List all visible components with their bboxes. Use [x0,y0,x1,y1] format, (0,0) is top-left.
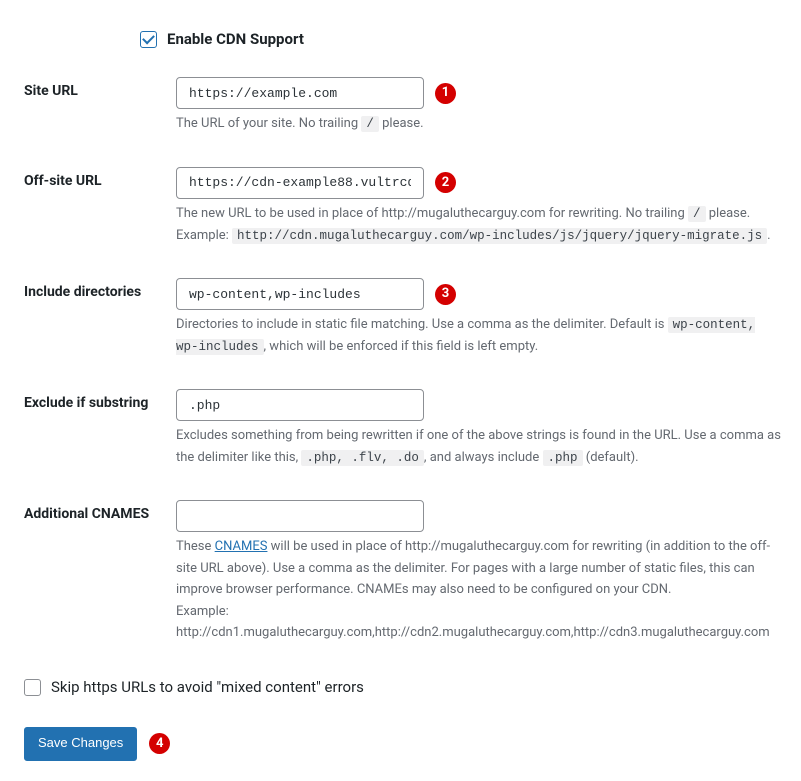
exclude-substring-label: Exclude if substring [24,389,176,412]
cnames-link[interactable]: CNAMES [215,539,268,554]
cnames-description: These CNAMES will be used in place of ht… [176,536,781,643]
exclude-substring-input[interactable] [176,389,424,421]
skip-https-checkbox[interactable] [24,679,41,696]
offsite-url-label: Off-site URL [24,167,176,190]
annotation-badge-4: 4 [149,733,170,754]
skip-https-label[interactable]: Skip https URLs to avoid "mixed content"… [51,676,364,699]
include-dirs-label: Include directories [24,278,176,301]
site-url-description: The URL of your site. No trailing / plea… [176,113,781,135]
annotation-badge-2: 2 [435,172,456,193]
save-changes-button[interactable]: Save Changes [24,727,137,761]
site-url-input[interactable] [176,77,424,109]
cnames-label: Additional CNAMES [24,500,176,523]
cnames-input[interactable] [176,500,424,532]
enable-cdn-label[interactable]: Enable CDN Support [167,28,304,51]
include-dirs-description: Directories to include in static file ma… [176,314,781,357]
enable-cdn-checkbox[interactable] [140,31,157,48]
offsite-url-input[interactable] [176,167,424,199]
annotation-badge-3: 3 [435,284,456,305]
annotation-badge-1: 1 [435,83,456,104]
include-dirs-input[interactable] [176,278,424,310]
offsite-url-description: The new URL to be used in place of http:… [176,203,781,246]
site-url-label: Site URL [24,77,176,100]
exclude-substring-description: Excludes something from being rewritten … [176,425,781,468]
